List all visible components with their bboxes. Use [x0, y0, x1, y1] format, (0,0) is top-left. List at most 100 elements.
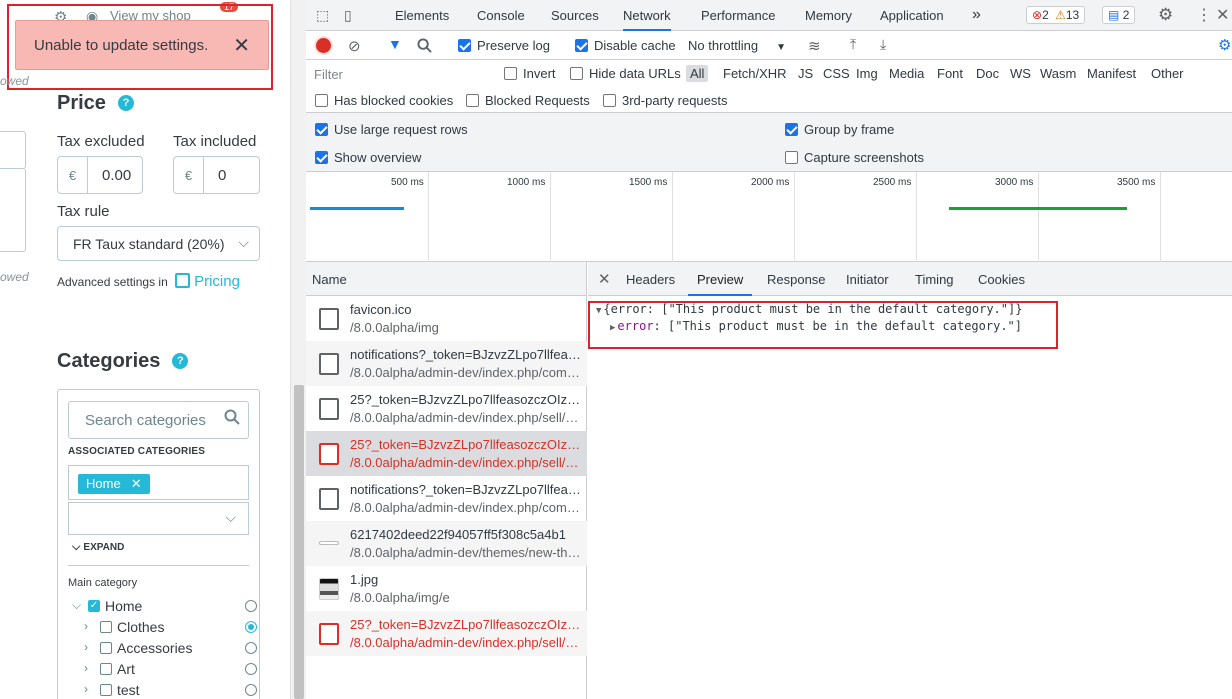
search-icon[interactable] [417, 38, 432, 53]
tree-item-home[interactable]: ⌵ ✓ Home [68, 597, 257, 617]
tab-timing[interactable]: Timing [915, 262, 954, 296]
filter-type-img[interactable]: Img [856, 66, 878, 81]
chevron-right-icon[interactable]: › [84, 619, 88, 633]
tab-application[interactable]: Application [880, 0, 944, 31]
tab-response[interactable]: Response [767, 262, 826, 296]
request-row[interactable]: 25?_token=BJzvzZLpo7llfeasozczOIzEUZ8 /8… [306, 386, 587, 431]
issues-counter[interactable]: ⊗2 ⚠13 [1026, 6, 1086, 24]
checkbox[interactable] [575, 39, 588, 52]
large-rows-checkbox[interactable]: Use large request rows [315, 122, 468, 137]
tree-item-accessories[interactable]: › Accessories [68, 639, 257, 659]
chevron-right-icon[interactable]: › [84, 682, 88, 696]
expand-button[interactable]: ⌵ EXPAND [72, 541, 124, 554]
tab-sources[interactable]: Sources [551, 0, 599, 31]
clear-icon[interactable]: ⊘ [348, 37, 361, 55]
chevron-right-icon[interactable]: › [84, 640, 88, 654]
checkbox[interactable] [100, 684, 112, 696]
request-row[interactable]: 25?_token=BJzvzZLpo7llfeasozczOIzEUZ8 /8… [306, 611, 587, 656]
network-settings-icon[interactable]: ⚙ [1218, 36, 1231, 54]
device-toolbar-icon[interactable]: ▯ [344, 7, 360, 23]
tab-elements[interactable]: Elements [395, 0, 449, 31]
page-scrollbar[interactable] [290, 0, 306, 699]
chevron-right-icon[interactable]: › [84, 661, 88, 675]
import-har-icon[interactable]: ⤒ [850, 36, 856, 53]
checkbox[interactable] [466, 94, 479, 107]
capture-screenshots-checkbox[interactable]: Capture screenshots [785, 150, 924, 165]
category-dropdown[interactable]: ⌵ [68, 502, 249, 535]
close-icon[interactable]: ✕ [598, 270, 611, 288]
group-by-frame-checkbox[interactable]: Group by frame [785, 122, 894, 137]
invert-checkbox[interactable]: Invert [504, 66, 556, 81]
search-categories-input[interactable]: Search categories [68, 401, 249, 439]
tree-item-clothes[interactable]: › Clothes [68, 618, 257, 638]
record-icon[interactable] [316, 38, 331, 53]
filter-type-other[interactable]: Other [1151, 66, 1184, 81]
checkbox[interactable] [100, 621, 112, 633]
help-icon[interactable]: ? [117, 95, 134, 111]
help-icon[interactable]: ? [172, 353, 189, 369]
request-row-selected[interactable]: 25?_token=BJzvzZLpo7llfeasozczOIzEUZ8 /8… [306, 431, 587, 476]
network-overview[interactable]: 500 ms 1000 ms 1500 ms 2000 ms 2500 ms 3… [306, 172, 1232, 262]
tab-network[interactable]: Network [623, 0, 671, 31]
filter-type-manifest[interactable]: Manifest [1087, 66, 1136, 81]
tax-included-input[interactable]: € 0 [173, 156, 260, 194]
main-category-radio[interactable] [245, 684, 257, 696]
checkbox[interactable]: ✓ [88, 600, 100, 612]
preserve-log-checkbox[interactable]: Preserve log [458, 38, 550, 53]
tab-console[interactable]: Console [477, 0, 525, 31]
has-blocked-cookies-checkbox[interactable]: Has blocked cookies [315, 93, 453, 108]
checkbox[interactable] [785, 151, 798, 164]
name-column-header[interactable]: Name [306, 262, 586, 296]
main-category-radio[interactable] [245, 600, 257, 612]
third-party-checkbox[interactable]: 3rd-party requests [603, 93, 728, 108]
checkbox[interactable] [785, 123, 798, 136]
tab-preview[interactable]: Preview [688, 262, 753, 296]
filter-type-wasm[interactable]: Wasm [1040, 66, 1076, 81]
filter-type-ws[interactable]: WS [1010, 66, 1031, 81]
filter-type-js[interactable]: JS [798, 66, 813, 81]
filter-input[interactable]: Filter [310, 63, 490, 85]
tab-performance[interactable]: Performance [701, 0, 775, 31]
checkbox[interactable] [100, 663, 112, 675]
inspect-icon[interactable]: ⬚ [316, 7, 332, 23]
checkbox[interactable] [315, 94, 328, 107]
close-icon[interactable]: ✕ [1216, 5, 1232, 24]
request-row[interactable]: favicon.ico /8.0.0alpha/img [306, 296, 587, 341]
more-tabs-icon[interactable]: » [972, 0, 981, 29]
request-row[interactable]: notifications?_token=BJzvzZLpo7llfeasozc… [306, 341, 587, 386]
tab-cookies[interactable]: Cookies [978, 262, 1025, 296]
settings-gear-icon[interactable]: ⚙ [1158, 5, 1174, 24]
scrollbar-thumb[interactable] [294, 385, 304, 699]
export-har-icon[interactable]: ⤓ [880, 36, 886, 53]
tax-excluded-input[interactable]: € 0.00 [57, 156, 143, 194]
disable-cache-checkbox[interactable]: Disable cache [575, 38, 676, 53]
tab-memory[interactable]: Memory [805, 0, 852, 31]
main-category-radio[interactable] [245, 663, 257, 675]
messages-counter[interactable]: ▤ 2 [1102, 6, 1136, 24]
chevron-down-icon[interactable]: ⌵ [72, 598, 81, 613]
tab-headers[interactable]: Headers [626, 262, 675, 296]
tab-initiator[interactable]: Initiator [846, 262, 889, 296]
main-category-radio[interactable] [245, 621, 257, 633]
tree-item-test[interactable]: › test [68, 681, 257, 699]
request-row[interactable]: 6217402deed22f94057ff5f308c5a4b1 /8.0.0a… [306, 521, 587, 566]
filter-icon[interactable]: ▼ [388, 36, 402, 52]
checkbox[interactable] [458, 39, 471, 52]
request-row[interactable]: notifications?_token=BJzvzZLpo7llfeasozc… [306, 476, 587, 521]
throttling-select[interactable]: No throttling ▼ [688, 38, 786, 53]
blocked-requests-checkbox[interactable]: Blocked Requests [466, 93, 590, 108]
hide-data-urls-checkbox[interactable]: Hide data URLs [570, 66, 681, 81]
checkbox[interactable] [504, 67, 517, 80]
request-row[interactable]: 1.jpg /8.0.0alpha/img/e [306, 566, 587, 611]
tree-item-art[interactable]: › Art [68, 660, 257, 680]
filter-type-doc[interactable]: Doc [976, 66, 999, 81]
filter-type-media[interactable]: Media [889, 66, 924, 81]
show-overview-checkbox[interactable]: Show overview [315, 150, 421, 165]
tax-rule-select[interactable]: FR Taux standard (20%) ⌵ [57, 226, 260, 261]
checkbox[interactable] [100, 642, 112, 654]
pricing-link[interactable]: Pricing [194, 273, 240, 290]
kebab-menu-icon[interactable]: ⋮ [1196, 5, 1212, 24]
remove-tag-icon[interactable]: ✕ [131, 476, 142, 491]
filter-type-fetch-xhr[interactable]: Fetch/XHR [723, 66, 787, 81]
filter-type-css[interactable]: CSS [823, 66, 850, 81]
